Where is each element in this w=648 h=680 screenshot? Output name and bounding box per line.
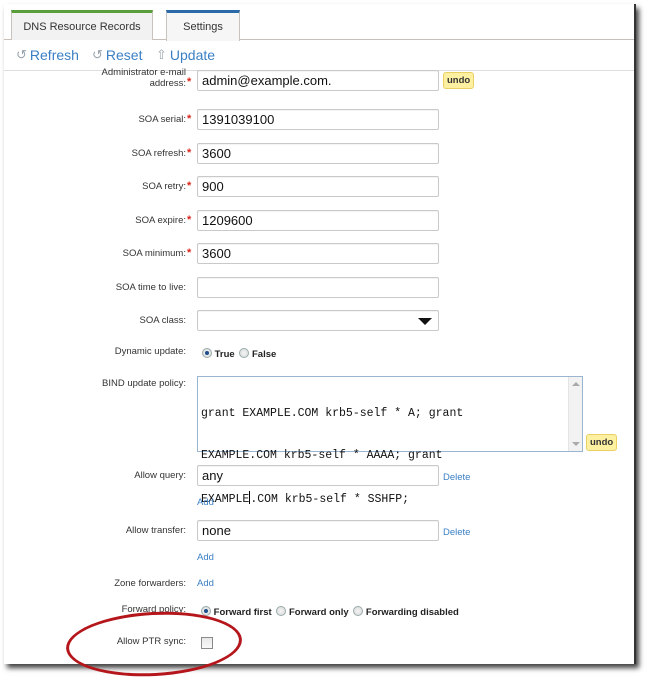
reset-label: Reset [105, 47, 143, 63]
admin-email-input[interactable]: admin@example.com. [197, 70, 439, 91]
settings-form: Administrator e-mail address: * admin@ex… [4, 67, 634, 664]
update-button[interactable]: ⇧ Update [156, 47, 215, 63]
required-asterisk: * [187, 247, 192, 259]
reset-button[interactable]: ↺ Reset [92, 47, 142, 63]
dynamic-update-radio-group: True False [202, 348, 278, 360]
allow-ptr-sync-checkbox[interactable] [201, 637, 213, 649]
bind-policy-line-part: .COM krb5-self * SSHFP; [250, 493, 410, 506]
admin-email-label-line2: address: [149, 78, 186, 89]
forward-policy-radio-group: Forward first Forward only Forwarding di… [201, 606, 461, 618]
refresh-label: Refresh [29, 47, 79, 63]
refresh-button[interactable]: ↺ Refresh [16, 47, 79, 63]
soa-class-select[interactable] [197, 310, 439, 331]
forward-only-label[interactable]: Forward only [289, 607, 349, 618]
allow-transfer-input[interactable]: none [197, 520, 439, 541]
zone-forwarders-label: Zone forwarders: [114, 578, 186, 589]
required-asterisk: * [187, 113, 192, 125]
scroll-up-icon[interactable] [572, 382, 580, 386]
soa-class-label: SOA class: [139, 315, 186, 326]
allow-transfer-delete-link[interactable]: Delete [443, 527, 470, 538]
scroll-down-icon[interactable] [572, 442, 580, 446]
required-asterisk: * [187, 214, 192, 226]
soa-ttl-label: SOA time to live: [115, 282, 186, 293]
admin-email-label: Administrator e-mail address: [102, 67, 186, 89]
allow-query-add-link[interactable]: Add [197, 497, 214, 508]
forwarding-disabled-radio[interactable] [353, 606, 364, 616]
dynamic-update-label: Dynamic update: [114, 346, 186, 357]
refresh-icon: ↺ [16, 47, 27, 62]
forwarding-disabled-label[interactable]: Forwarding disabled [366, 607, 459, 618]
soa-refresh-label: SOA refresh: [131, 148, 186, 159]
dns-zone-settings-window: DNS Resource Records Settings ↺ Refresh … [4, 4, 636, 664]
soa-refresh-input[interactable]: 3600 [197, 143, 439, 164]
soa-ttl-input[interactable] [197, 277, 439, 298]
forward-policy-label: Forward policy: [121, 604, 186, 615]
forward-only-radio[interactable] [276, 606, 287, 616]
dynamic-update-true-radio[interactable] [202, 348, 212, 358]
admin-email-label-line1: Administrator e-mail [101, 67, 186, 78]
reset-icon: ↺ [92, 47, 103, 62]
toolbar: ↺ Refresh ↺ Reset ⇧ Update [4, 41, 634, 71]
soa-serial-label: SOA serial: [138, 114, 186, 125]
required-asterisk: * [187, 180, 192, 192]
soa-retry-label: SOA retry: [142, 181, 186, 192]
dynamic-update-true-label[interactable]: True [215, 349, 235, 360]
soa-expire-input[interactable]: 1209600 [197, 210, 439, 231]
dynamic-update-false-radio[interactable] [239, 348, 250, 358]
allow-ptr-sync-label: Allow PTR sync: [116, 636, 186, 647]
allow-transfer-label: Allow transfer: [125, 525, 186, 536]
bind-policy-line: EXAMPLE.COM krb5-self * AAAA; grant [201, 449, 443, 462]
tab-bar: DNS Resource Records Settings [4, 4, 634, 41]
required-asterisk: * [187, 147, 192, 159]
tab-dns-resource-records[interactable]: DNS Resource Records [11, 10, 153, 40]
allow-query-input[interactable]: any [197, 465, 439, 486]
bind-policy-line: EXAMPLE.COM krb5-self * SSHFP; [201, 491, 566, 507]
soa-minimum-label: SOA minimum: [122, 248, 186, 259]
update-arrow-icon: ⇧ [156, 47, 167, 62]
forward-first-radio[interactable] [201, 606, 211, 616]
soa-minimum-input[interactable]: 3600 [197, 243, 439, 264]
allow-query-label: Allow query: [134, 470, 186, 481]
soa-expire-label: SOA expire: [135, 215, 186, 226]
zone-forwarders-add-link[interactable]: Add [197, 578, 214, 589]
allow-transfer-add-link[interactable]: Add [197, 552, 214, 563]
soa-retry-input[interactable]: 900 [197, 176, 439, 197]
forward-first-label[interactable]: Forward first [214, 607, 272, 618]
dropdown-arrow-icon [418, 318, 432, 325]
bind-policy-label: BIND update policy: [102, 378, 186, 389]
dynamic-update-false-label[interactable]: False [252, 349, 276, 360]
bind-policy-undo-button[interactable]: undo [586, 434, 618, 451]
admin-email-undo-button[interactable]: undo [443, 72, 475, 89]
tab-settings[interactable]: Settings [166, 10, 240, 41]
soa-serial-input[interactable]: 1391039100 [197, 109, 439, 130]
update-label: Update [169, 47, 216, 63]
allow-query-delete-link[interactable]: Delete [443, 472, 470, 483]
required-asterisk: * [187, 76, 192, 88]
bind-policy-textarea[interactable]: grant EXAMPLE.COM krb5-self * A; grant E… [197, 376, 583, 506]
textarea-scrollbar[interactable] [568, 377, 582, 451]
bind-policy-line: grant EXAMPLE.COM krb5-self * A; grant [201, 407, 464, 420]
